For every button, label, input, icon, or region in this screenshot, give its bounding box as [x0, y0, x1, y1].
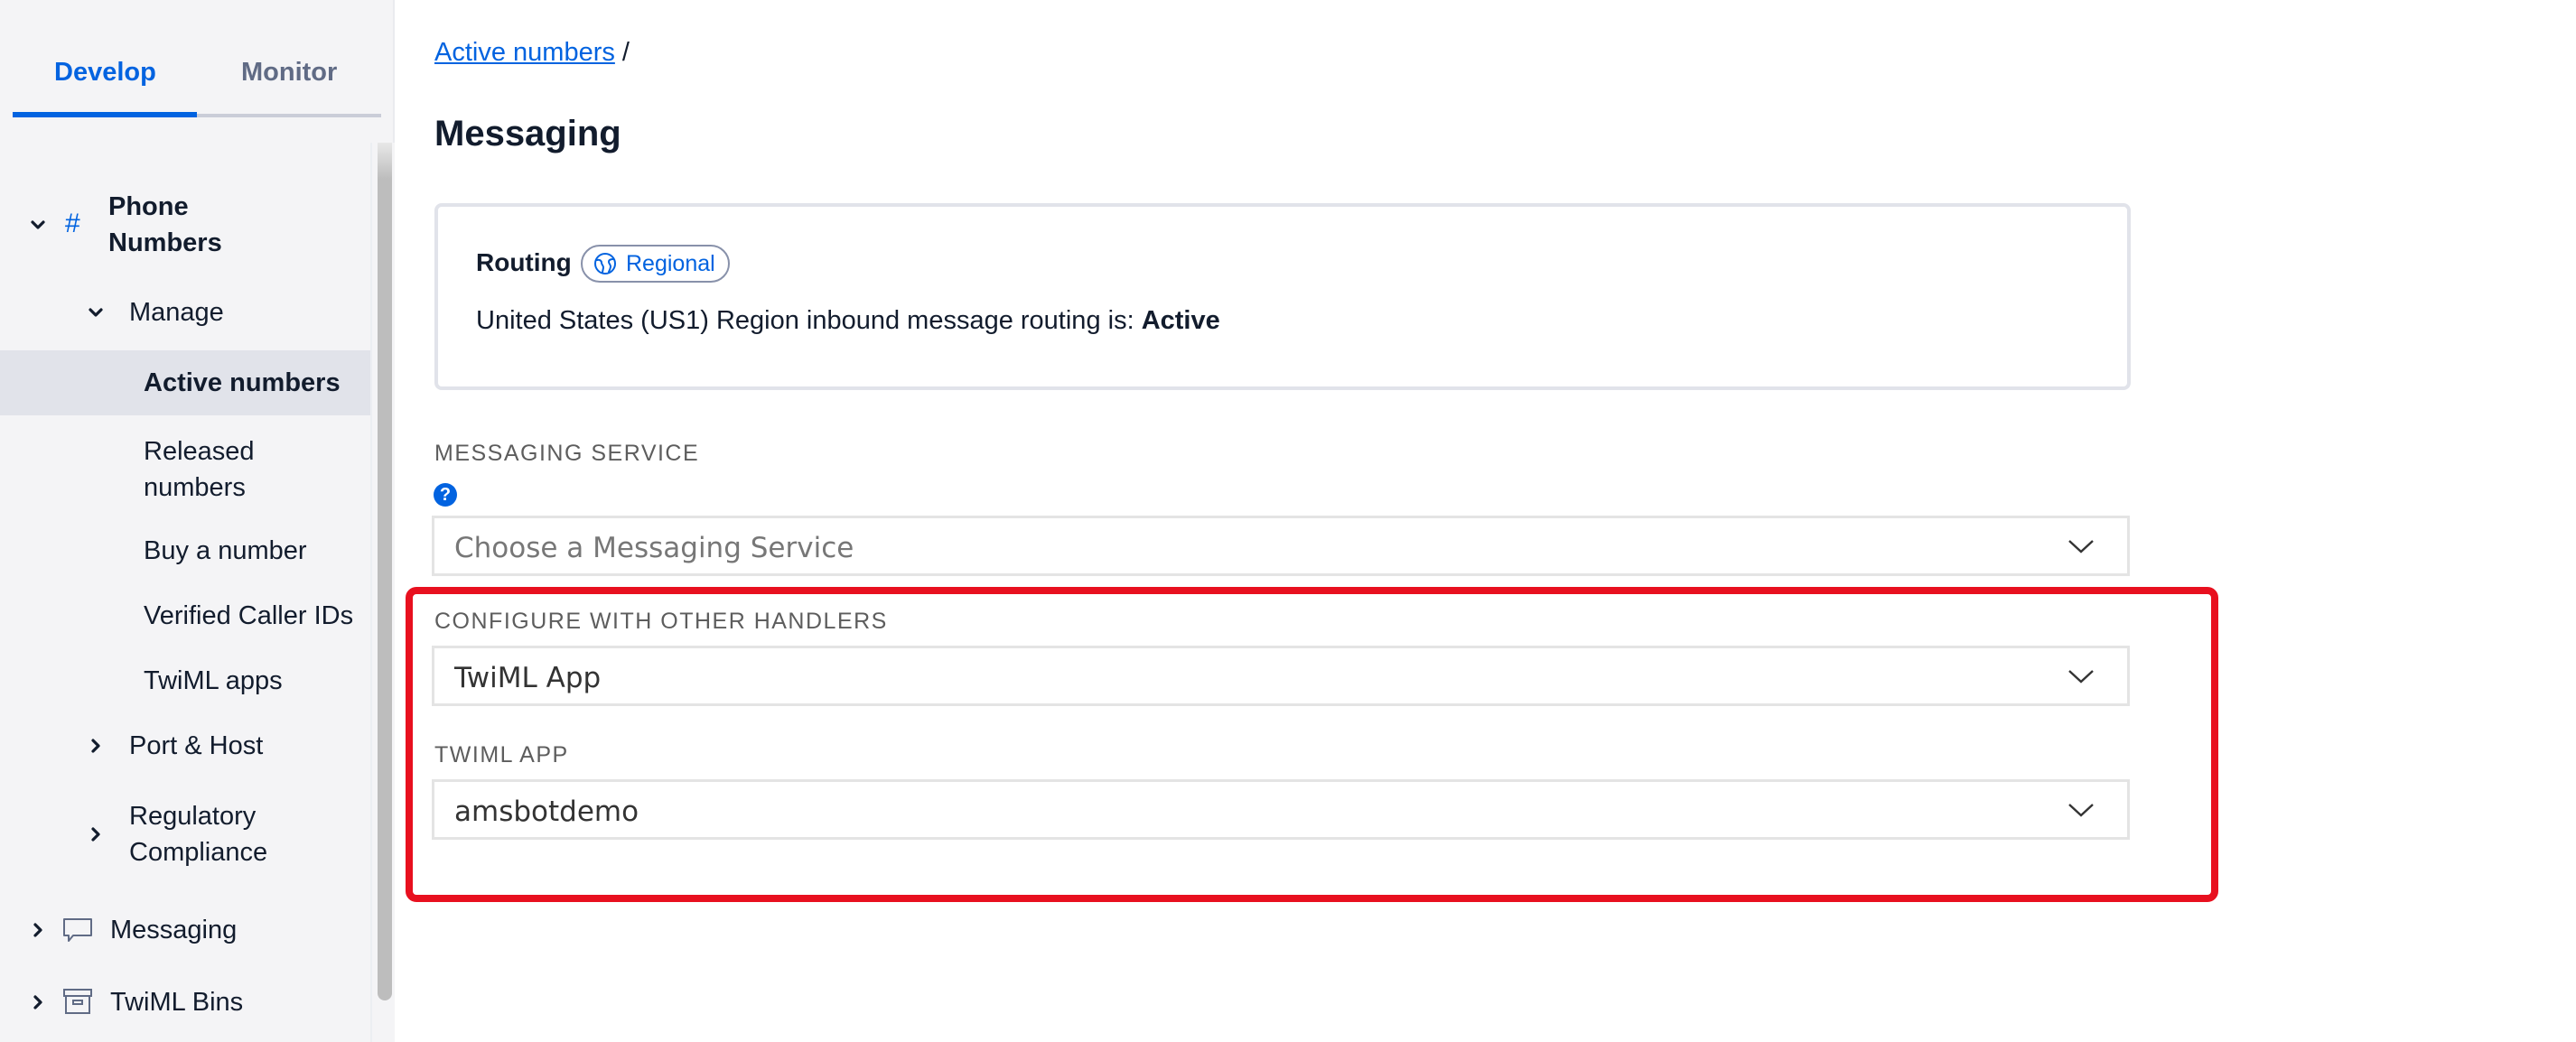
sidebar-item-label: Compliance	[129, 838, 268, 867]
chevron-right-icon	[91, 739, 100, 753]
help-icon[interactable]: ?	[434, 483, 457, 507]
chat-bubble-icon	[63, 918, 92, 942]
tab-develop[interactable]: Develop	[54, 54, 156, 90]
messaging-service-label: MESSAGING SERVICE	[434, 441, 700, 466]
chevron-right-icon	[91, 827, 100, 842]
routing-status-value: Active	[1141, 306, 1220, 335]
sidebar-item-regulatory-compliance[interactable]: Regulatory Compliance	[0, 796, 370, 872]
routing-card: Routing Regional United States (US1) Reg…	[434, 203, 2131, 390]
other-handlers-value: TwiML App	[454, 662, 602, 694]
sidebar-item-twiml-apps[interactable]: TwiML apps	[0, 661, 370, 701]
chevron-down-icon	[2068, 670, 2094, 684]
chevron-down-icon	[31, 220, 45, 229]
breadcrumb: Active numbers /	[434, 34, 630, 70]
sidebar-nav: # Phone Numbers Manage Active numbers Re…	[0, 143, 370, 1042]
breadcrumb-separator: /	[621, 38, 630, 67]
globe-icon	[594, 253, 616, 274]
hash-icon: #	[65, 209, 80, 238]
routing-title: Routing	[476, 248, 572, 276]
sidebar-tabs: Develop Monitor	[13, 0, 381, 118]
sidebar-item-label: Buy a number	[144, 536, 307, 565]
sidebar-item-active-numbers[interactable]: Active numbers	[0, 350, 370, 415]
tab-active-indicator	[13, 112, 197, 117]
sidebar-item-released-numbers[interactable]: Released numbers	[0, 432, 370, 507]
twiml-app-label: TWIML APP	[434, 742, 569, 768]
scrollbar-thumb[interactable]	[378, 143, 392, 1000]
other-handlers-label: CONFIGURE WITH OTHER HANDLERS	[434, 609, 888, 634]
routing-status-text: United States (US1) Region inbound messa…	[476, 302, 1220, 339]
chevron-right-icon	[33, 995, 42, 1009]
sidebar-item-buy-a-number[interactable]: Buy a number	[0, 531, 370, 571]
chevron-down-icon	[89, 308, 103, 317]
sidebar-item-manage[interactable]: Manage	[0, 293, 370, 332]
page-title: Messaging	[434, 114, 621, 154]
sidebar-item-label: numbers	[144, 473, 246, 502]
badge-label: Regional	[626, 250, 715, 276]
sidebar-item-label: Active numbers	[144, 368, 341, 397]
breadcrumb-link-active-numbers[interactable]: Active numbers	[434, 38, 615, 67]
sidebar: Develop Monitor # Phone Numbers Manage A…	[0, 0, 395, 1042]
routing-status-prefix: United States (US1) Region inbound messa…	[476, 306, 1142, 335]
chevron-down-icon	[2068, 804, 2094, 817]
sidebar-scrollbar[interactable]	[370, 143, 395, 1042]
sidebar-item-label: Verified Caller IDs	[144, 601, 354, 630]
twiml-app-select[interactable]: amsbotdemo	[432, 779, 2130, 840]
sidebar-item-port-host[interactable]: Port & Host	[0, 726, 370, 766]
sidebar-item-label: Regulatory	[129, 802, 257, 831]
sidebar-item-label: Numbers	[108, 228, 222, 257]
archive-box-icon	[63, 989, 92, 1014]
sidebar-item-messaging[interactable]: Messaging	[0, 910, 370, 950]
sidebar-item-label: TwiML apps	[144, 666, 283, 695]
sidebar-item-label: Manage	[129, 298, 224, 327]
sidebar-item-verified-caller-ids[interactable]: Verified Caller IDs	[0, 596, 370, 636]
chevron-right-icon	[33, 923, 42, 937]
chevron-down-icon	[2068, 540, 2094, 554]
messaging-service-select[interactable]: Choose a Messaging Service	[432, 516, 2130, 576]
sidebar-item-label: Port & Host	[129, 731, 264, 760]
sidebar-item-label: Messaging	[110, 916, 238, 944]
sidebar-item-label: Released	[144, 437, 255, 466]
tab-monitor[interactable]: Monitor	[241, 54, 337, 90]
other-handlers-select[interactable]: TwiML App	[432, 646, 2130, 706]
regional-badge: Regional	[581, 245, 730, 283]
sidebar-item-label: TwiML Bins	[110, 988, 244, 1017]
sidebar-item-label: Phone	[108, 192, 189, 221]
twiml-app-value: amsbotdemo	[454, 795, 639, 828]
messaging-service-placeholder: Choose a Messaging Service	[454, 532, 854, 564]
sidebar-item-phone-numbers[interactable]: # Phone Numbers	[0, 184, 370, 265]
sidebar-item-twiml-bins[interactable]: TwiML Bins	[0, 982, 370, 1022]
